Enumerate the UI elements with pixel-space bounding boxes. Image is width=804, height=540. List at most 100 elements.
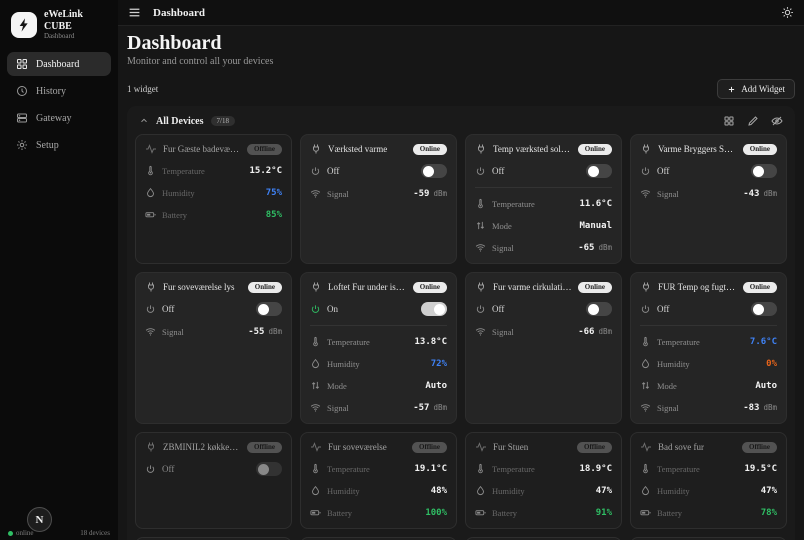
metric-value: 91% <box>596 508 612 518</box>
device-card: FUR Temp og fugt i loft rumOnlineOffTemp… <box>630 272 787 424</box>
power-row: Off <box>640 164 777 178</box>
metric-unit: dBm <box>268 327 282 336</box>
device-card-header: Fur soveværelse lysOnline <box>145 281 282 293</box>
app-subtitle: Dashboard <box>44 32 108 40</box>
collapse-chevron-icon[interactable] <box>139 116 149 126</box>
power-row: Off <box>640 302 777 316</box>
edit-pencil-icon[interactable] <box>747 115 759 127</box>
device-card: Fur varme cirkulation pumpe gulv badOnli… <box>465 272 622 424</box>
metric-label: Humidity <box>657 486 690 496</box>
app-window: eWeLink CUBE Dashboard Dashboard History <box>0 0 804 540</box>
power-state-label: On <box>327 304 338 314</box>
battery-icon <box>310 507 321 518</box>
power-state-label: Off <box>162 464 174 474</box>
device-card: Fur soveværelseOfflineTemperature19.1°CH… <box>300 432 457 529</box>
sidebar-item-history[interactable]: History <box>7 79 111 103</box>
humidity-icon <box>475 485 486 496</box>
power-toggle[interactable] <box>751 164 777 178</box>
metric-value: -66dBm <box>578 327 612 337</box>
device-card-header: Fur soveværelseOffline <box>310 441 447 453</box>
device-card-header: Fur varme cirkulation pumpe gulv badOnli… <box>475 281 612 293</box>
metric-value: Manual <box>579 221 612 231</box>
sidebar-item-setup[interactable]: Setup <box>7 133 111 157</box>
device-name: FUR Temp og fugt i loft rum <box>658 282 737 292</box>
mode-icon <box>310 380 321 391</box>
power-toggle[interactable] <box>421 164 447 178</box>
metric-value: 85% <box>266 210 282 220</box>
device-name: ZBMINIL2 køkken loft over ø <box>163 442 241 452</box>
theme-sun-icon[interactable] <box>781 6 794 19</box>
sidebar-item-label: Gateway <box>36 113 72 124</box>
metric-value: -55dBm <box>248 327 282 337</box>
battery-icon <box>475 507 486 518</box>
power-icon <box>640 304 651 315</box>
power-toggle[interactable] <box>421 302 447 316</box>
metric-value: -65dBm <box>578 243 612 253</box>
power-toggle[interactable] <box>256 302 282 316</box>
status-badge: Online <box>743 282 777 293</box>
device-card-header: FUR Temp og fugt i loft rum Online <box>640 281 777 293</box>
metric-row: Battery85% <box>145 208 282 221</box>
power-toggle[interactable] <box>586 302 612 316</box>
wifi-icon <box>145 326 156 337</box>
metric-row: Mode Manual <box>475 219 612 232</box>
page-title: Dashboard <box>127 32 795 54</box>
power-icon <box>310 166 321 177</box>
power-toggle[interactable] <box>586 164 612 178</box>
metric-value: 48% <box>431 486 447 496</box>
device-card-header: ZBMINIL2 køkken loft over øOffline <box>145 441 282 453</box>
plug-icon <box>145 441 157 453</box>
layout-grid-icon[interactable] <box>723 115 735 127</box>
metric-row: Battery78% <box>640 506 777 519</box>
metric-row: Signal-83dBm <box>640 401 777 414</box>
metric-label: Mode <box>492 221 512 231</box>
status-badge: Online <box>743 144 777 155</box>
sidebar-item-gateway[interactable]: Gateway <box>7 106 111 130</box>
hide-eye-off-icon[interactable] <box>771 115 783 127</box>
metric-label: Temperature <box>657 464 700 474</box>
thermometer-icon <box>475 198 486 209</box>
sidebar-item-dashboard[interactable]: Dashboard <box>7 52 111 76</box>
group-title: All Devices <box>156 116 204 127</box>
metric-unit: dBm <box>763 403 777 412</box>
power-icon <box>475 166 486 177</box>
humidity-icon <box>640 358 651 369</box>
wifi-icon <box>640 188 651 199</box>
metric-row: Battery100% <box>310 506 447 519</box>
hamburger-menu-icon[interactable] <box>128 6 141 19</box>
power-state-label: Off <box>657 166 669 176</box>
user-avatar[interactable]: N <box>27 507 52 532</box>
power-toggle[interactable] <box>256 462 282 476</box>
power-row: Off <box>145 302 282 316</box>
device-card-header: Varme Bryggers SolbjergOnline <box>640 143 777 155</box>
pulse-icon <box>145 143 157 155</box>
toggle-knob <box>588 166 599 177</box>
metric-label: Signal <box>657 403 679 413</box>
divider <box>310 325 447 326</box>
topbar-title: Dashboard <box>153 7 205 19</box>
device-name: Bad sove fur <box>658 442 736 452</box>
device-card: Fur Gæste badeværelseOfflineTemperature1… <box>135 134 292 264</box>
humidity-icon <box>145 187 156 198</box>
device-card-header: Fur Gæste badeværelseOffline <box>145 143 282 155</box>
add-widget-button[interactable]: Add Widget <box>717 79 795 99</box>
power-toggle[interactable] <box>751 302 777 316</box>
power-state-label: Off <box>162 304 174 314</box>
group-header: All Devices 7/18 <box>135 112 787 134</box>
sidebar-status-bar: online 18 devices <box>0 527 118 540</box>
metric-unit: dBm <box>433 189 447 198</box>
metric-label: Mode <box>327 381 347 391</box>
metric-row: ModeAuto <box>640 379 777 392</box>
ewelink-logo-icon <box>11 12 37 38</box>
metric-value: 11.6°C <box>579 199 612 209</box>
status-badge: Online <box>413 144 447 155</box>
divider <box>475 187 612 188</box>
sidebar: eWeLink CUBE Dashboard Dashboard History <box>0 0 118 540</box>
thermometer-icon <box>145 165 156 176</box>
wifi-icon <box>475 242 486 253</box>
device-card-header: Temp værksted solbjergOnline <box>475 143 612 155</box>
humidity-icon <box>310 485 321 496</box>
status-badge: Offline <box>412 442 447 453</box>
divider <box>640 325 777 326</box>
device-card: Bad sove furOfflineTemperature19.5°CHumi… <box>630 432 787 529</box>
